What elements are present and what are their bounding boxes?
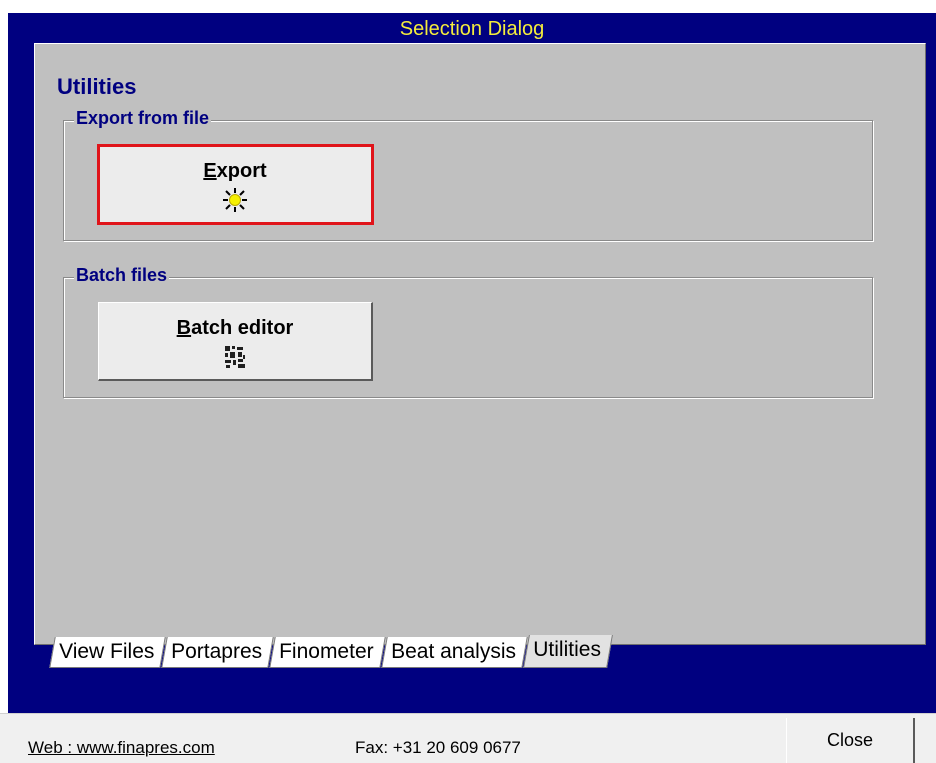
tab-finometer[interactable]: Finometer (269, 637, 386, 668)
tab-label: Beat analysis (390, 640, 516, 663)
fax-number: Fax: +31 20 609 0677 (355, 738, 521, 757)
tab-utilities[interactable]: Utilities (522, 635, 613, 668)
batch-editor-button[interactable]: Batch editor (98, 302, 373, 381)
close-button[interactable]: Close (786, 718, 915, 763)
group-label-export: Export from file (74, 108, 212, 129)
export-from-file-group: Export from file Export (63, 108, 873, 241)
close-button-label: Close (826, 730, 874, 750)
tab-strip: View Files Portapres Finometer Beat anal… (49, 635, 613, 668)
tab-label: Finometer (279, 640, 374, 663)
utilities-panel: Utilities Export from file Export Batch … (34, 43, 926, 645)
website-link[interactable]: Web : www.finapres.com (28, 738, 215, 758)
sun-icon (223, 188, 247, 212)
window-title: Selection Dialog (399, 18, 545, 40)
tab-label: Utilities (533, 638, 601, 661)
export-button[interactable]: Export (97, 144, 374, 225)
tab-view-files[interactable]: View Files (49, 637, 167, 668)
batch-grid-icon (225, 346, 245, 368)
page-title: Utilities (57, 74, 137, 99)
selection-dialog-window: Selection Dialog Utilities Export from f… (8, 13, 936, 713)
batch-files-group: Batch files Batch editor (63, 265, 873, 398)
status-bar: Web : www.finapres.com Fax: +31 20 609 0… (0, 713, 936, 763)
tab-label: View Files (59, 640, 155, 663)
tab-portapres[interactable]: Portapres (161, 637, 275, 668)
group-label-batch: Batch files (74, 265, 170, 286)
export-button-label: Export (203, 160, 267, 182)
batch-editor-button-label: Batch editor (176, 317, 294, 339)
tab-label: Portapres (171, 640, 263, 663)
tab-beat-analysis[interactable]: Beat analysis (381, 637, 528, 668)
